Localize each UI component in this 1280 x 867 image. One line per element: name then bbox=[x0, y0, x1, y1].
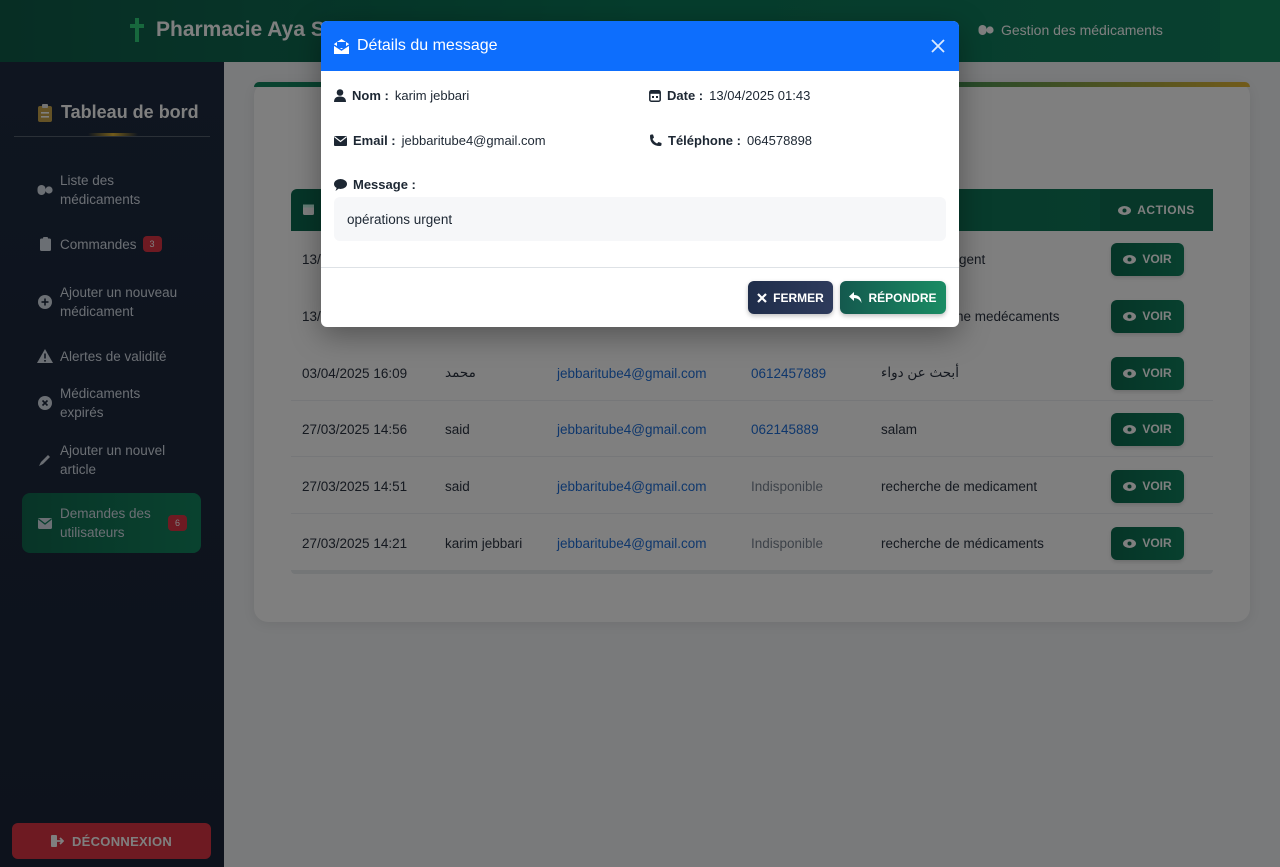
date-field: Date : 13/04/2025 01:43 bbox=[649, 88, 810, 103]
message-label: Message : bbox=[353, 177, 416, 192]
message-content: opérations urgent bbox=[334, 197, 946, 241]
envelope-icon bbox=[334, 135, 347, 146]
message-field: Message : bbox=[334, 177, 416, 192]
nom-field: Nom : karim jebbari bbox=[334, 88, 469, 103]
email-field: Email : jebbaritube4@gmail.com bbox=[334, 133, 546, 148]
modal-footer-divider bbox=[321, 267, 959, 268]
telephone-value: 064578898 bbox=[746, 133, 813, 148]
modal-header: Détails du message bbox=[321, 21, 959, 71]
repondre-label: RÉPONDRE bbox=[868, 290, 937, 305]
modal-title: Détails du message bbox=[357, 37, 498, 54]
comment-icon bbox=[334, 178, 347, 191]
telephone-label: Téléphone : bbox=[668, 133, 741, 148]
repondre-button[interactable]: RÉPONDRE bbox=[840, 281, 946, 314]
calendar-icon bbox=[649, 89, 661, 102]
fermer-label: FERMER bbox=[773, 290, 824, 305]
reply-icon bbox=[849, 292, 862, 303]
date-label: Date : bbox=[667, 88, 704, 103]
email-value: jebbaritube4@gmail.com bbox=[401, 133, 546, 148]
telephone-field: Téléphone : 064578898 bbox=[649, 133, 812, 148]
nom-value: karim jebbari bbox=[394, 88, 470, 103]
close-icon[interactable] bbox=[930, 38, 946, 54]
close-icon bbox=[757, 292, 767, 303]
email-label: Email : bbox=[353, 133, 396, 148]
nom-label: Nom : bbox=[352, 88, 389, 103]
fermer-button[interactable]: FERMER bbox=[748, 281, 833, 314]
phone-icon bbox=[649, 134, 662, 147]
envelope-open-icon bbox=[333, 38, 350, 55]
user-icon bbox=[334, 89, 346, 102]
message-details-modal: Détails du message Nom : karim jebbari D… bbox=[321, 21, 959, 327]
date-value: 13/04/2025 01:43 bbox=[709, 88, 811, 103]
